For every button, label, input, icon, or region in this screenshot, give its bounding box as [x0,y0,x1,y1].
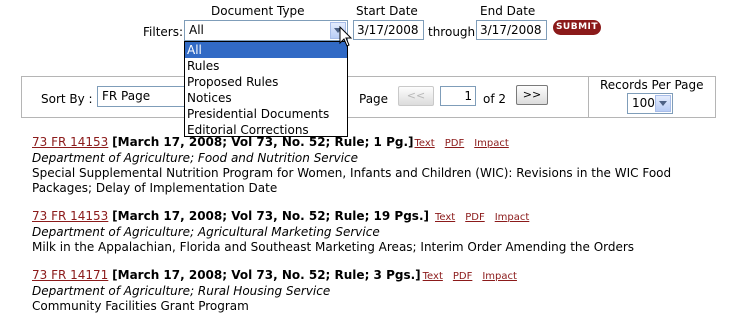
list-item: 73 FR 14153 [March 17, 2008; Vol 73, No.… [32,135,722,196]
result-header-line: 73 FR 14153 [March 17, 2008; Vol 73, No.… [32,135,722,151]
citation-link[interactable]: 73 FR 14153 [32,135,108,149]
records-per-page-label: Records Per Page [600,78,704,92]
citation-link[interactable]: 73 FR 14153 [32,209,108,223]
next-page-button[interactable]: >> [516,85,548,105]
result-header-line: 73 FR 14171 [March 17, 2008; Vol 73, No.… [32,268,722,284]
agency-name: Department of Agriculture; Food and Nutr… [32,151,359,165]
dropdown-option[interactable]: Proposed Rules [185,74,347,90]
start-date-input[interactable]: 3/17/2008 [353,20,424,40]
list-item: 73 FR 14153 [March 17, 2008; Vol 73, No.… [32,209,722,255]
result-meta: [March 17, 2008; Vol 73, No. 52; Rule; 1… [112,209,429,223]
text-link[interactable]: Text [435,212,455,223]
sort-by-label: Sort By : [41,92,93,106]
filters-label: Filters: [143,25,184,39]
impact-link[interactable]: Impact [495,212,530,223]
citation-link[interactable]: 73 FR 14171 [32,268,108,282]
previous-page-button[interactable]: << [398,86,434,106]
records-per-page-select[interactable]: 100 [627,93,673,114]
text-link[interactable]: Text [423,271,443,282]
text-link[interactable]: Text [415,138,435,149]
document-type-select[interactable]: All [184,20,348,41]
pdf-link[interactable]: PDF [453,271,472,282]
document-title: Special Supplemental Nutrition Program f… [32,166,672,195]
start-date-header: Start Date [356,4,418,18]
page-count-label: of 2 [483,92,507,106]
end-date-input[interactable]: 3/17/2008 [476,20,547,40]
document-title: Milk in the Appalachian, Florida and Sou… [32,240,635,254]
chevron-down-icon[interactable] [655,95,671,112]
dropdown-option[interactable]: Editorial Corrections [185,122,347,138]
page-number-input[interactable]: 1 [440,86,476,106]
sort-by-value: FR Page [102,89,151,103]
dropdown-option[interactable]: Notices [185,90,347,106]
document-type-header: Document Type [211,4,305,18]
agency-name: Department of Agriculture; Agricultural … [32,225,380,239]
records-per-page-value: 100 [632,96,655,110]
document-title: Community Facilities Grant Program [32,299,249,313]
document-type-dropdown-list: All Rules Proposed Rules Notices Preside… [184,41,348,137]
dropdown-option[interactable]: All [185,42,347,58]
dropdown-option[interactable]: Rules [185,58,347,74]
page-label: Page [359,92,389,106]
pdf-link[interactable]: PDF [445,138,464,149]
list-item: 73 FR 14171 [March 17, 2008; Vol 73, No.… [32,268,722,314]
mouse-pointer-icon [339,26,353,47]
pdf-link[interactable]: PDF [465,212,484,223]
result-meta: [March 17, 2008; Vol 73, No. 52; Rule; 3… [112,268,421,282]
dropdown-option[interactable]: Presidential Documents [185,106,347,122]
result-header-line: 73 FR 14153 [March 17, 2008; Vol 73, No.… [32,209,722,225]
agency-name: Department of Agriculture; Rural Housing… [32,284,331,298]
impact-link[interactable]: Impact [482,271,517,282]
impact-link[interactable]: Impact [474,138,509,149]
submit-button[interactable]: SUBMIT [553,20,601,35]
end-date-header: End Date [480,4,536,18]
through-label: through [428,25,476,39]
document-type-value: All [189,23,204,37]
